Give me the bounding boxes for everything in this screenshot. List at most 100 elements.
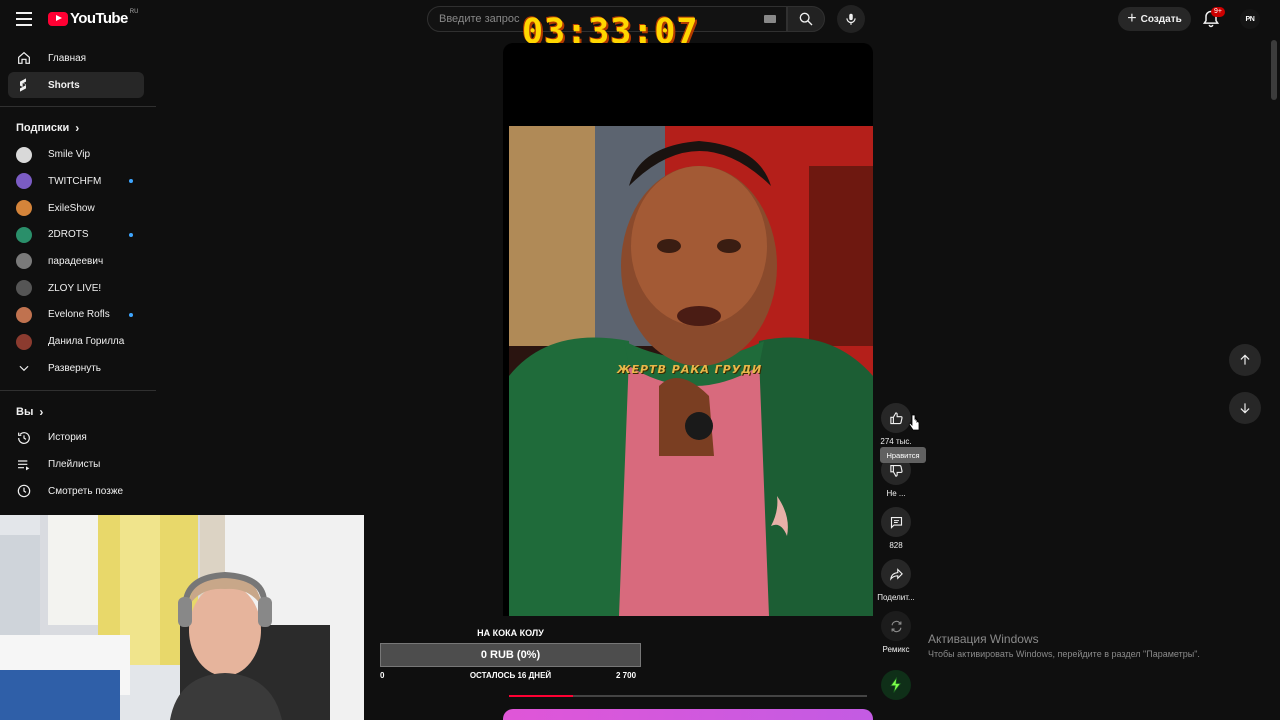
sidebar-expand[interactable]: Развернуть xyxy=(0,355,156,382)
sidebar-channel-danila-gorilla[interactable]: Данила Горилла xyxy=(0,328,156,355)
subscriptions-heading[interactable]: Подписки › xyxy=(0,115,156,141)
channel-label: ExileShow xyxy=(48,202,95,214)
windows-activation-subtitle: Чтобы активировать Windows, перейдите в … xyxy=(928,649,1200,659)
home-icon xyxy=(16,50,32,66)
logo-region: RU xyxy=(129,8,139,15)
sidebar-channel-paradeevich[interactable]: парадеевич xyxy=(0,248,156,275)
sidebar-divider xyxy=(0,389,156,391)
donation-remaining: ОСТАЛОСЬ 16 ДНЕЙ xyxy=(469,671,552,680)
sidebar-item-home[interactable]: Главная xyxy=(0,45,156,72)
new-content-dot xyxy=(129,232,133,237)
sidebar-item-label: История xyxy=(48,432,87,444)
chevron-right-icon: › xyxy=(75,121,80,136)
sidebar-item-playlists[interactable]: Плейлисты xyxy=(0,451,156,478)
video-caption: ЖЕРТВ РАКА ГРУДИ xyxy=(617,363,763,376)
dislike-label: Не ... xyxy=(886,489,906,498)
like-count: 274 тыс. xyxy=(880,437,912,446)
sidebar-item-shorts[interactable]: Shorts xyxy=(8,71,144,99)
logo-text: YouTube xyxy=(70,10,128,27)
watch-later-icon xyxy=(16,483,32,499)
history-icon xyxy=(16,430,32,446)
microphone-icon xyxy=(846,13,856,25)
shorts-icon xyxy=(16,77,32,93)
channel-avatar xyxy=(16,333,32,350)
sidebar-divider xyxy=(0,106,156,108)
like-tooltip: Нравится xyxy=(880,447,926,463)
menu-icon[interactable] xyxy=(14,9,34,29)
voice-search-button[interactable] xyxy=(837,5,865,33)
keyboard-icon[interactable] xyxy=(764,15,776,23)
sidebar-channel-twitchfm[interactable]: TWITCHFM xyxy=(0,168,156,195)
donation-amount: 0 RUB (0%) xyxy=(480,649,541,661)
channel-avatar xyxy=(16,306,32,323)
plus-icon: + xyxy=(1127,10,1137,27)
webcam-overlay xyxy=(0,515,364,720)
sound-button[interactable] xyxy=(881,670,911,700)
sidebar-channel-exileshow[interactable]: ExileShow xyxy=(0,195,156,222)
sidebar: Главная Shorts Подписки › Smile Vip TWIT… xyxy=(0,38,156,505)
remix-icon xyxy=(891,620,901,632)
notification-badge: 9+ xyxy=(1211,7,1225,17)
previous-short-button[interactable] xyxy=(1229,344,1261,376)
arrow-up-icon xyxy=(1240,354,1250,365)
next-short-preview[interactable] xyxy=(503,709,873,720)
search-button[interactable] xyxy=(787,6,825,32)
youtube-play-icon xyxy=(48,11,68,26)
comments-button[interactable] xyxy=(881,507,911,537)
sidebar-channel-2drots[interactable]: 2DROTS xyxy=(0,221,156,248)
youtube-shorts-page: YouTube RU + Создать 9+ PN 03:33:07 Глав… xyxy=(0,0,1280,720)
channel-avatar xyxy=(16,226,32,243)
remix-button[interactable] xyxy=(881,611,911,641)
search-icon xyxy=(799,12,813,26)
sidebar-item-label: Плейлисты xyxy=(48,459,101,471)
chevron-right-icon: › xyxy=(39,404,44,419)
channel-label: Smile Vip xyxy=(48,149,91,161)
expand-label: Развернуть xyxy=(48,362,102,374)
subscriptions-heading-label: Подписки xyxy=(16,122,70,135)
like-button[interactable] xyxy=(881,403,911,433)
thumbs-down-icon xyxy=(889,464,903,477)
chevron-down-icon xyxy=(16,360,32,376)
arrow-down-icon xyxy=(1240,403,1250,414)
share-label: Поделит... xyxy=(877,593,915,602)
sidebar-channel-evelone-rofls[interactable]: Evelone Rofls xyxy=(0,302,156,329)
short-player[interactable] xyxy=(503,43,873,616)
channel-label: 2DROTS xyxy=(48,229,89,241)
mouse-cursor xyxy=(908,414,920,437)
sidebar-channel-zloy-live[interactable]: ZLOY LIVE! xyxy=(0,275,156,302)
new-content-dot xyxy=(129,312,133,317)
playlists-icon xyxy=(16,457,32,473)
channel-avatar xyxy=(16,253,32,270)
channel-label: TWITCHFM xyxy=(48,175,102,187)
you-heading[interactable]: Вы › xyxy=(0,399,156,425)
comments-count: 828 xyxy=(889,541,903,550)
account-avatar[interactable]: PN xyxy=(1240,9,1260,29)
channel-label: ZLOY LIVE! xyxy=(48,282,102,294)
youtube-logo[interactable]: YouTube RU xyxy=(48,8,139,27)
short-progress-bar[interactable] xyxy=(509,695,867,697)
new-content-dot xyxy=(129,179,133,184)
page-scrollbar[interactable] xyxy=(1271,40,1277,100)
sidebar-channel-smile-vip[interactable]: Smile Vip xyxy=(0,141,156,168)
sidebar-item-watch-later[interactable]: Смотреть позже xyxy=(0,478,156,505)
sound-thumbnail-icon xyxy=(890,677,902,693)
donation-goal-bar: 0 RUB (0%) xyxy=(380,643,641,667)
channel-avatar xyxy=(16,146,32,163)
share-icon xyxy=(889,567,903,581)
create-button[interactable]: + Создать xyxy=(1118,7,1191,31)
thumbs-up-icon xyxy=(889,411,903,424)
you-heading-label: Вы xyxy=(16,405,34,418)
next-short-button[interactable] xyxy=(1229,392,1261,424)
comment-icon xyxy=(890,516,902,529)
channel-label: Данила Горилла xyxy=(48,336,125,348)
remix-label: Ремикс xyxy=(882,645,910,654)
webcam-image xyxy=(0,515,364,720)
share-button[interactable] xyxy=(881,559,911,589)
sidebar-item-history[interactable]: История xyxy=(0,425,156,452)
donation-goal-title: НА КОКА КОЛУ xyxy=(477,628,544,638)
short-progress-fill xyxy=(509,695,574,697)
windows-activation-title: Активация Windows xyxy=(928,632,1039,646)
sidebar-item-label: Shorts xyxy=(48,79,80,91)
donation-goal-amount: 2 700 xyxy=(616,671,637,680)
channel-avatar xyxy=(16,200,32,217)
